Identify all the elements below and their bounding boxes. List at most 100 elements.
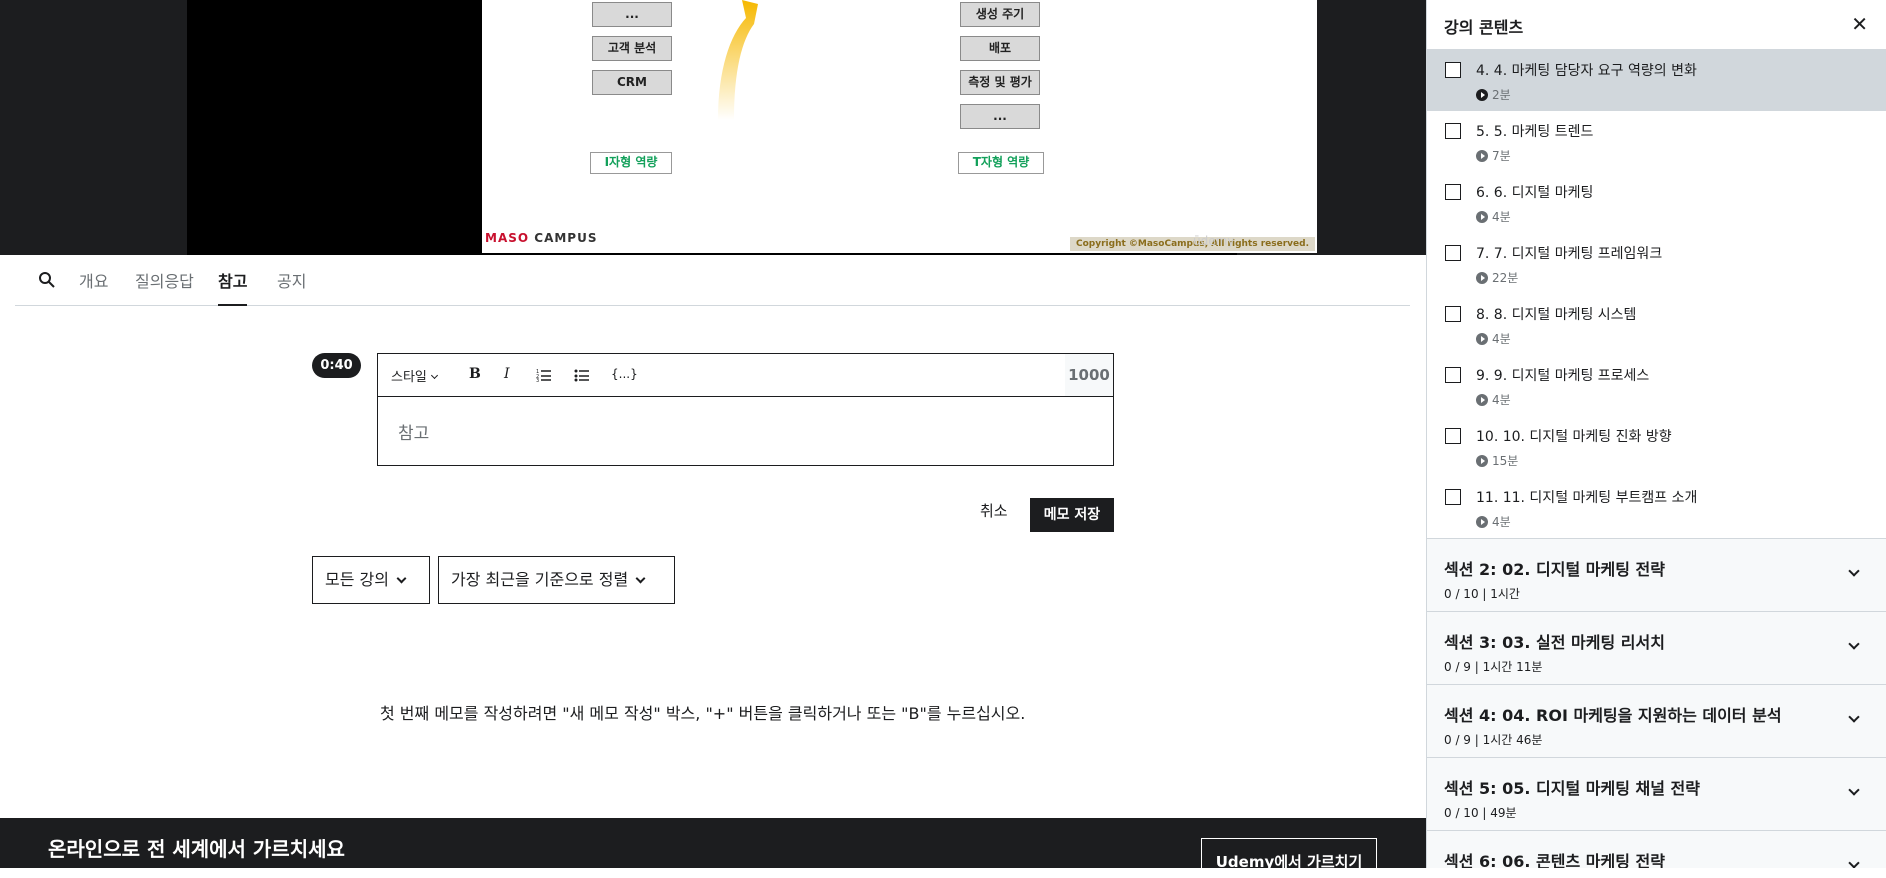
sidebar-title: 강의 콘텐츠 (1444, 18, 1524, 37)
lecture-item[interactable]: 10. 10. 디지털 마케팅 진화 방향 15분 (1427, 416, 1886, 477)
footer-title: 온라인으로 전 세계에서 가르치세요 (48, 837, 345, 861)
arrow-graphic (718, 0, 758, 120)
lecture-title: 9. 9. 디지털 마케팅 프로세스 (1476, 368, 1650, 384)
lecture-checkbox[interactable] (1445, 245, 1461, 261)
timestamp-badge: 0:40 (312, 353, 361, 378)
lecture-slide: ... 고객 분석 CRM 생성 주기 배포 측정 및 평가 ... I자형 역… (482, 0, 1317, 253)
bullet-list-icon[interactable] (574, 368, 590, 382)
editor-toolbar: 스타일 B I 123 {...} 1000 (378, 354, 1113, 397)
save-note-button[interactable]: 메모 저장 (1030, 498, 1114, 532)
section-meta: 0 / 10 | 1시간 (1444, 587, 1520, 601)
play-icon (1476, 516, 1488, 528)
chevron-down-icon (1848, 784, 1860, 796)
logo-red: MASO (485, 231, 530, 245)
slide-box: CRM (592, 70, 672, 95)
section-meta: 0 / 10 | 49분 (1444, 806, 1517, 820)
lecture-item[interactable]: 8. 8. 디지털 마케팅 시스템 4분 (1427, 294, 1886, 355)
video-player[interactable]: ... 고객 분석 CRM 생성 주기 배포 측정 및 평가 ... I자형 역… (0, 0, 1426, 255)
play-icon (1476, 89, 1488, 101)
section-title: 섹션 6: 06. 콘텐츠 마케팅 전략 (1444, 852, 1665, 868)
course-content-sidebar: 강의 콘텐츠 ✕ 4. 4. 마케팅 담당자 요구 역량의 변화 2분 5. 5… (1426, 0, 1886, 868)
lecture-meta: 4분 (1476, 330, 1511, 347)
tab-announcements[interactable]: 공지 (277, 268, 306, 306)
slide-box: ... (960, 104, 1040, 129)
lecture-duration: 22분 (1492, 271, 1519, 285)
lecture-meta: 4분 (1476, 513, 1511, 530)
section-header[interactable]: 섹션 6: 06. 콘텐츠 마케팅 전략 (1427, 830, 1886, 868)
chevron-down-icon (1848, 857, 1860, 868)
lecture-item[interactable]: 11. 11. 디지털 마케팅 부트캠프 소개 4분 (1427, 477, 1886, 538)
section-title: 섹션 3: 03. 실전 마케팅 리서치 (1444, 633, 1665, 652)
play-icon (1476, 150, 1488, 162)
chevron-down-icon (1848, 711, 1860, 723)
lecture-item[interactable]: 5. 5. 마케팅 트렌드 7분 (1427, 111, 1886, 172)
lecture-filter-select[interactable]: 모든 강의 (312, 556, 430, 604)
slide-label-i: I자형 역량 (590, 152, 672, 174)
sort-select[interactable]: 가장 최근을 기준으로 정렬 (438, 556, 675, 604)
lecture-duration: 4분 (1492, 515, 1511, 529)
lecture-item[interactable]: 4. 4. 마케팅 담당자 요구 역량의 변화 2분 (1427, 50, 1886, 111)
lecture-title: 10. 10. 디지털 마케팅 진화 방향 (1476, 429, 1672, 445)
tab-qa[interactable]: 질의응답 (135, 268, 194, 306)
section-title: 섹션 2: 02. 디지털 마케팅 전략 (1444, 560, 1665, 579)
lecture-meta: 22분 (1476, 269, 1518, 286)
bold-button[interactable]: B (469, 366, 481, 382)
slide-box: 생성 주기 (960, 2, 1040, 27)
lecture-title: 4. 4. 마케팅 담당자 요구 역량의 변화 (1476, 63, 1697, 79)
lecture-checkbox[interactable] (1445, 367, 1461, 383)
slide-label-t: T자형 역량 (958, 152, 1044, 174)
lecture-checkbox[interactable] (1445, 489, 1461, 505)
slide-box: ... (592, 2, 672, 27)
lecture-item[interactable]: 9. 9. 디지털 마케팅 프로세스 4분 (1427, 355, 1886, 416)
lecture-filter-label: 모든 강의 (325, 570, 389, 589)
slide-box: 측정 및 평가 (960, 70, 1040, 95)
lecture-duration: 4분 (1492, 393, 1511, 407)
lecture-checkbox[interactable] (1445, 62, 1461, 78)
ordered-list-icon[interactable]: 123 (536, 368, 552, 382)
lecture-item[interactable]: 7. 7. 디지털 마케팅 프레임워크 22분 (1427, 233, 1886, 294)
slide-box: 배포 (960, 36, 1040, 61)
lecture-meta: 15분 (1476, 452, 1518, 469)
tab-overview[interactable]: 개요 (79, 268, 108, 306)
lecture-item[interactable]: 6. 6. 디지털 마케팅 4분 (1427, 172, 1886, 233)
section-header[interactable]: 섹션 3: 03. 실전 마케팅 리서치 0 / 9 | 1시간 11분 (1427, 611, 1886, 684)
style-dropdown[interactable]: 스타일 (391, 366, 438, 385)
lecture-checkbox[interactable] (1445, 428, 1461, 444)
lecture-meta: 4분 (1476, 391, 1511, 408)
chevron-down-icon (635, 573, 646, 584)
video-frame[interactable]: ... 고객 분석 CRM 생성 주기 배포 측정 및 평가 ... I자형 역… (187, 0, 1317, 255)
lecture-duration: 2분 (1492, 88, 1511, 102)
section-meta: 0 / 9 | 1시간 46분 (1444, 733, 1543, 747)
lecture-title: 11. 11. 디지털 마케팅 부트캠프 소개 (1476, 490, 1698, 506)
play-icon (1476, 394, 1488, 406)
lecture-duration: 15분 (1492, 454, 1519, 468)
tab-notes[interactable]: 참고 (218, 268, 248, 306)
section-title: 섹션 4: 04. ROI 마케팅을 지원하는 데이터 분석 (1444, 706, 1782, 725)
note-text-area[interactable]: 참고 (378, 397, 1113, 466)
slide-box: 고객 분석 (592, 36, 672, 61)
teach-on-udemy-button[interactable]: Udemy에서 가르치기 (1201, 838, 1377, 878)
sort-label: 가장 최근을 기준으로 정렬 (451, 570, 629, 589)
section-header[interactable]: 섹션 5: 05. 디지털 마케팅 채널 전략 0 / 10 | 49분 (1427, 757, 1886, 830)
lecture-checkbox[interactable] (1445, 306, 1461, 322)
note-editor[interactable]: 스타일 B I 123 {...} 1000 참고 (377, 353, 1114, 466)
svg-text:3: 3 (536, 378, 539, 382)
italic-button[interactable]: I (504, 366, 510, 382)
lecture-title: 7. 7. 디지털 마케팅 프레임워크 (1476, 246, 1663, 262)
lecture-checkbox[interactable] (1445, 123, 1461, 139)
cancel-button[interactable]: 취소 (980, 500, 1008, 521)
style-dropdown-label: 스타일 (391, 370, 427, 385)
close-icon[interactable]: ✕ (1851, 12, 1868, 36)
section-header[interactable]: 섹션 2: 02. 디지털 마케팅 전략 0 / 10 | 1시간 (1427, 538, 1886, 611)
lecture-checkbox[interactable] (1445, 184, 1461, 200)
lecture-title: 5. 5. 마케팅 트렌드 (1476, 124, 1594, 140)
main-area: ... 고객 분석 CRM 생성 주기 배포 측정 및 평가 ... I자형 역… (0, 0, 1426, 878)
search-icon[interactable] (37, 270, 57, 290)
section-header[interactable]: 섹션 4: 04. ROI 마케팅을 지원하는 데이터 분석 0 / 9 | 1… (1427, 684, 1886, 757)
tab-bar: 개요 질의응답 참고 공지 (15, 256, 1410, 306)
footer-banner: 온라인으로 전 세계에서 가르치세요 Udemy에서 가르치기 (0, 818, 1426, 878)
empty-notes-message: 첫 번째 메모를 작성하려면 "새 메모 작성" 박스, "+" 버튼을 클릭하… (380, 704, 1026, 723)
lecture-meta: 4분 (1476, 208, 1511, 225)
code-button[interactable]: {...} (611, 367, 638, 381)
section-meta: 0 / 9 | 1시간 11분 (1444, 660, 1543, 674)
